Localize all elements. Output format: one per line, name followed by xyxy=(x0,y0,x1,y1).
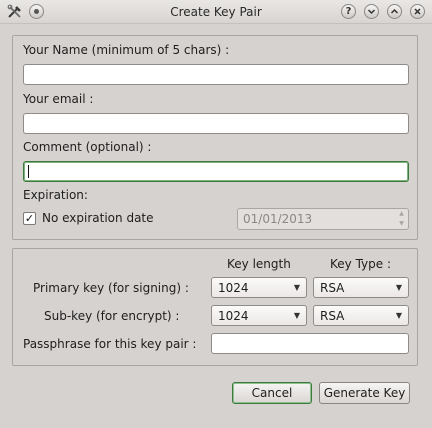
passphrase-input[interactable] xyxy=(211,333,409,354)
generate-key-button[interactable]: Generate Key xyxy=(319,382,410,404)
subkey-length-value: 1024 xyxy=(218,309,249,323)
key-length-header: Key length xyxy=(227,257,291,271)
date-spinner[interactable]: ▲ ▼ xyxy=(395,209,408,229)
subkey-type-value: RSA xyxy=(320,309,345,323)
name-label: Your Name (minimum of 5 chars) : xyxy=(23,43,230,57)
key-type-header: Key Type : xyxy=(330,257,391,271)
chevron-down-icon: ▼ xyxy=(293,311,300,320)
primary-key-length-value: 1024 xyxy=(218,281,249,295)
spin-down-icon[interactable]: ▼ xyxy=(399,221,404,227)
create-key-pair-dialog: Create Key Pair ? Your Name (minimum of … xyxy=(0,0,432,428)
spin-up-icon[interactable]: ▲ xyxy=(399,211,404,217)
comment-label: Comment (optional) : xyxy=(23,140,152,154)
help-icon: ? xyxy=(345,5,352,17)
primary-key-label: Primary key (for signing) : xyxy=(33,281,189,295)
chevron-down-icon xyxy=(367,9,376,15)
expiration-date-field[interactable]: 01/01/2013 xyxy=(237,208,409,230)
minimize-button[interactable] xyxy=(364,4,379,19)
title-bar[interactable]: Create Key Pair ? xyxy=(0,0,432,24)
chevron-down-icon: ▼ xyxy=(395,311,402,320)
expiration-label: Expiration: xyxy=(23,188,88,202)
close-button[interactable] xyxy=(410,4,425,19)
subkey-length-select[interactable]: 1024 ▼ xyxy=(211,305,307,326)
check-icon: ✓ xyxy=(24,212,35,225)
chevron-down-icon: ▼ xyxy=(293,283,300,292)
cancel-button-label: Cancel xyxy=(251,386,293,400)
no-expiration-label[interactable]: No expiration date xyxy=(42,211,154,225)
generate-key-button-label: Generate Key xyxy=(323,386,406,400)
primary-key-length-select[interactable]: 1024 ▼ xyxy=(211,277,307,298)
comment-input[interactable] xyxy=(23,161,409,182)
text-cursor xyxy=(28,165,29,178)
chevron-up-icon xyxy=(390,8,399,14)
no-expiration-checkbox[interactable]: ✓ xyxy=(23,212,36,225)
expiration-date-value: 01/01/2013 xyxy=(243,212,313,226)
name-input[interactable] xyxy=(23,64,409,85)
help-button[interactable]: ? xyxy=(341,4,356,19)
subkey-label: Sub-key (for encrypt) : xyxy=(44,309,180,323)
maximize-button[interactable] xyxy=(387,4,402,19)
cancel-button[interactable]: Cancel xyxy=(232,382,312,404)
chevron-down-icon: ▼ xyxy=(395,283,402,292)
subkey-type-select[interactable]: RSA ▼ xyxy=(313,305,409,326)
close-icon xyxy=(414,8,421,15)
primary-key-type-value: RSA xyxy=(320,281,345,295)
email-label: Your email : xyxy=(23,92,94,106)
email-input[interactable] xyxy=(23,113,409,134)
passphrase-label: Passphrase for this key pair : xyxy=(23,337,197,351)
primary-key-type-select[interactable]: RSA ▼ xyxy=(313,277,409,298)
